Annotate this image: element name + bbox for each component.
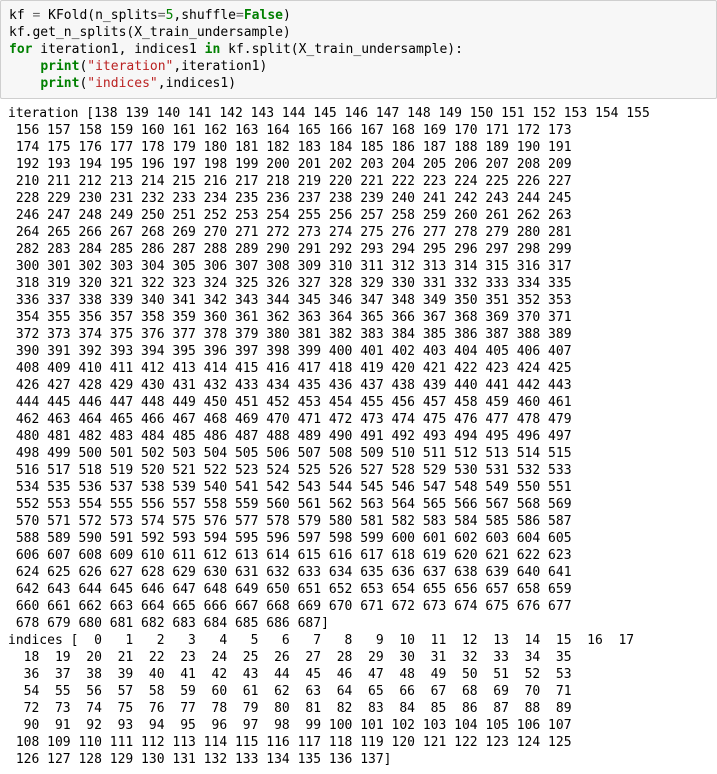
str-indices: "indices" — [87, 76, 157, 91]
code-line-3: for iteration1, indices1 in kf.split(X_t… — [9, 41, 708, 58]
code-line-5: print("indices",indices1) — [9, 75, 708, 92]
getnsplits-call: kf.get_n_splits(X_train_undersample) — [9, 25, 291, 40]
code-line-2: kf.get_n_splits(X_train_undersample) — [9, 24, 708, 41]
arg-nsplits: n_splits — [95, 8, 158, 23]
space — [40, 8, 48, 23]
arg-indices1: indices1 — [166, 76, 229, 91]
lparen: ( — [87, 8, 95, 23]
eq: = — [158, 8, 166, 23]
kw-for: for — [9, 42, 32, 57]
func-print: print — [40, 59, 79, 74]
str-iteration: "iteration" — [87, 59, 173, 74]
output-iteration: iteration [138 139 140 141 142 143 144 1… — [8, 106, 650, 631]
for-iter: kf.split(X_train_undersample): — [220, 42, 463, 57]
arg-iteration1: iteration1 — [181, 59, 259, 74]
eq: = — [236, 8, 244, 23]
var-kf: kf — [9, 8, 32, 23]
func-print: print — [40, 76, 79, 91]
indent — [9, 76, 40, 91]
comma: , — [158, 76, 166, 91]
code-line-1: kf = KFold(n_splits=5,shuffle=False) — [9, 7, 708, 24]
rparen: ) — [228, 76, 236, 91]
rparen: ) — [283, 8, 291, 23]
indent — [9, 59, 40, 74]
code-input[interactable]: kf = KFold(n_splits=5,shuffle=False) kf.… — [0, 0, 717, 99]
code-line-4: print("iteration",iteration1) — [9, 58, 708, 75]
for-vars: iteration1, indices1 — [32, 42, 204, 57]
code-output: iteration [138 139 140 141 142 143 144 1… — [0, 99, 717, 774]
bool-false: False — [244, 8, 283, 23]
kw-in: in — [205, 42, 221, 57]
rparen: ) — [259, 59, 267, 74]
notebook-cell: kf = KFold(n_splits=5,shuffle=False) kf.… — [0, 0, 717, 774]
output-indices: indices [ 0 1 2 3 4 5 6 7 8 9 10 11 12 1… — [8, 633, 634, 767]
arg-shuffle: shuffle — [181, 8, 236, 23]
func-kfold: KFold — [48, 8, 87, 23]
